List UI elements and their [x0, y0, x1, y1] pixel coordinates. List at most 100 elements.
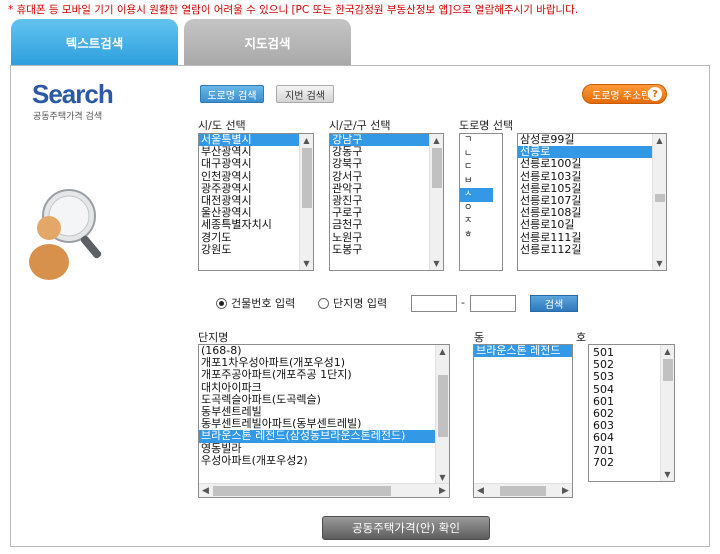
sigungu-option[interactable]: 강서구	[330, 170, 429, 183]
tab-map-search[interactable]: 지도검색	[184, 19, 351, 65]
scroll-right-icon[interactable]: ▶	[559, 484, 572, 497]
ho-listbox[interactable]: 501 502 503 504 601 602 603 604 701 702 ▲ ▼	[588, 344, 675, 482]
scroll-right-icon[interactable]: ▶	[436, 484, 449, 497]
dong-listbox[interactable]: 브라운스톤 레전드 ◀ ▶	[473, 344, 573, 498]
road-initial-list: ㄱㄴㄷㅂㅅㅇㅈㅎ	[460, 134, 493, 242]
scroll-thumb[interactable]	[500, 486, 546, 496]
sigungu-option[interactable]: 도봉구	[330, 243, 429, 256]
road-option[interactable]: 선릉로112길	[518, 243, 652, 256]
building-main-number-input[interactable]	[411, 295, 457, 312]
scroll-down-icon[interactable]: ▼	[430, 257, 443, 270]
building-number-label: 건물번호 입력	[231, 297, 296, 310]
building-sub-number-input[interactable]	[470, 295, 516, 312]
sigungu-option[interactable]: 강북구	[330, 158, 429, 170]
road-scrollbar[interactable]: ▲ ▼	[652, 134, 666, 270]
road-initial-option[interactable]: ㅈ	[460, 215, 493, 229]
scroll-thumb[interactable]	[663, 359, 673, 381]
sigungu-option[interactable]: 금천구	[330, 219, 429, 231]
complex-scrollbar[interactable]: ▲ ▼	[435, 345, 449, 484]
scroll-down-icon[interactable]: ▼	[653, 257, 666, 270]
ho-scrollbar[interactable]: ▲ ▼	[660, 345, 674, 481]
number-search-button[interactable]: 검색	[530, 295, 578, 312]
person-search-illustration-icon	[29, 189, 102, 280]
number-separator: -	[461, 296, 465, 309]
ho-option[interactable]: 503	[591, 371, 659, 383]
ho-list: 501 502 503 504 601 602 603 604 701 702	[591, 346, 659, 469]
complex-option[interactable]: 브라운스톤 레전드(삼성동브라운스톤레전드)	[199, 430, 435, 443]
scroll-thumb[interactable]	[213, 486, 391, 496]
sigungu-label: 시/군/구 선택	[329, 119, 391, 132]
sido-listbox[interactable]: 서울특별시 부산광역시 대구광역시 인천광역시 광주광역시 대전광역시 울산광역시 세종특별자…	[198, 133, 314, 271]
ho-option[interactable]: 504	[591, 383, 659, 396]
scroll-thumb[interactable]	[432, 148, 442, 188]
dong-option[interactable]: 브라운스톤 레전드	[474, 345, 572, 358]
road-initial-option[interactable]: ㄱ	[460, 134, 493, 148]
lot-search-button[interactable]: 지번 검색	[276, 85, 334, 103]
road-initial-option[interactable]: ㅎ	[460, 229, 493, 243]
scroll-left-icon[interactable]: ◀	[474, 484, 487, 497]
scroll-up-icon[interactable]: ▲	[653, 134, 666, 147]
sido-option[interactable]: 세종특별자치시	[199, 219, 299, 231]
scroll-down-icon[interactable]: ▼	[661, 468, 674, 481]
road-listbox[interactable]: 삼성로99길 선릉로 선릉로100길 선릉로103길 선릉로105길 선릉로107길 선릉로…	[517, 133, 667, 271]
dong-hscrollbar[interactable]: ◀ ▶	[474, 483, 572, 497]
ho-option[interactable]: 604	[591, 432, 659, 444]
sido-list: 서울특별시 부산광역시 대구광역시 인천광역시 광주광역시 대전광역시 울산광역시 세종특별자…	[199, 134, 299, 256]
sido-option[interactable]: 대구광역시	[199, 158, 299, 170]
road-address-help-button[interactable]: 도로명 주소란 ?	[582, 84, 667, 104]
help-label: 도로명 주소란	[592, 90, 651, 102]
road-initial-listbox[interactable]: ㄱㄴㄷㅂㅅㅇㅈㅎ	[459, 133, 503, 271]
sigungu-listbox[interactable]: 강남구 강동구 강북구 강서구 관악구 광진구 구로구 금천구 노원구 도봉구 ▲ ▼	[329, 133, 444, 271]
road-option[interactable]: 선릉로10길	[518, 219, 652, 231]
scroll-thumb[interactable]	[302, 148, 312, 208]
building-number-radio[interactable]: 건물번호 입력	[216, 295, 295, 311]
road-option[interactable]: 선릉로103길	[518, 170, 652, 183]
complex-hscrollbar[interactable]: ◀ ▶	[199, 483, 449, 497]
road-option[interactable]: 선릉로100길	[518, 158, 652, 170]
road-search-button[interactable]: 도로명 검색	[200, 85, 264, 103]
complex-option[interactable]: 영동빌라	[199, 442, 435, 455]
confirm-price-button[interactable]: 공동주택가격(안) 확인	[322, 516, 490, 540]
complex-label: 단지명	[198, 331, 229, 344]
sigungu-scrollbar[interactable]: ▲ ▼	[429, 134, 443, 270]
ho-option[interactable]: 701	[591, 444, 659, 457]
road-initial-option[interactable]: ㅂ	[460, 175, 493, 189]
dong-list: 브라운스톤 레전드	[474, 345, 572, 358]
sido-label: 시/도 선택	[198, 119, 246, 132]
sido-option[interactable]: 경기도	[199, 231, 299, 244]
complex-option[interactable]: 우성아파트(개포우성2)	[199, 454, 435, 467]
ho-option[interactable]: 702	[591, 456, 659, 469]
ho-label: 호	[576, 331, 587, 344]
complex-list: (168-8) 개포1차우성아파트(개포우성1) 개포주공아파트(개포주공 1단지)…	[199, 345, 435, 467]
road-initial-option[interactable]: ㄷ	[460, 161, 493, 175]
complex-option[interactable]: 대치아이파크	[199, 381, 435, 394]
search-logo-subtitle: 공동주택가격 검색	[33, 112, 103, 122]
scroll-up-icon[interactable]: ▲	[430, 134, 443, 147]
scroll-left-icon[interactable]: ◀	[199, 484, 212, 497]
scroll-up-icon[interactable]: ▲	[436, 345, 449, 358]
question-icon: ?	[648, 87, 662, 101]
sigungu-list: 강남구 강동구 강북구 강서구 관악구 광진구 구로구 금천구 노원구 도봉구	[330, 134, 429, 256]
scroll-thumb[interactable]	[438, 375, 448, 437]
mobile-notice: * 휴대폰 등 모바일 기기 이용시 원활한 열람이 어려울 수 있으니 [PC…	[8, 4, 579, 16]
road-initial-option[interactable]: ㄴ	[460, 148, 493, 162]
sigungu-option[interactable]: 노원구	[330, 231, 429, 244]
road-option[interactable]: 선릉로111길	[518, 231, 652, 244]
tab-text-search[interactable]: 텍스트검색	[11, 19, 178, 65]
road-initial-option[interactable]: ㅇ	[460, 202, 493, 216]
complex-listbox[interactable]: (168-8) 개포1차우성아파트(개포우성1) 개포주공아파트(개포주공 1단지)…	[198, 344, 450, 498]
search-logo: Search	[32, 79, 114, 109]
complex-option[interactable]: 개포주공아파트(개포주공 1단지)	[199, 369, 435, 381]
scroll-up-icon[interactable]: ▲	[300, 134, 313, 147]
road-initial-option[interactable]: ㅅ	[460, 188, 493, 202]
road-list: 삼성로99길 선릉로 선릉로100길 선릉로103길 선릉로105길 선릉로107길 선릉로…	[518, 134, 652, 256]
scroll-thumb[interactable]	[655, 194, 665, 202]
radio-unselected-icon	[318, 297, 329, 309]
scroll-down-icon[interactable]: ▼	[300, 257, 313, 270]
complex-name-radio[interactable]: 단지명 입력	[318, 295, 387, 311]
scroll-up-icon[interactable]: ▲	[661, 345, 674, 358]
sido-option[interactable]: 인천광역시	[199, 170, 299, 183]
sido-scrollbar[interactable]: ▲ ▼	[299, 134, 313, 270]
dong-label: 동	[474, 331, 485, 344]
sido-option[interactable]: 강원도	[199, 243, 299, 256]
